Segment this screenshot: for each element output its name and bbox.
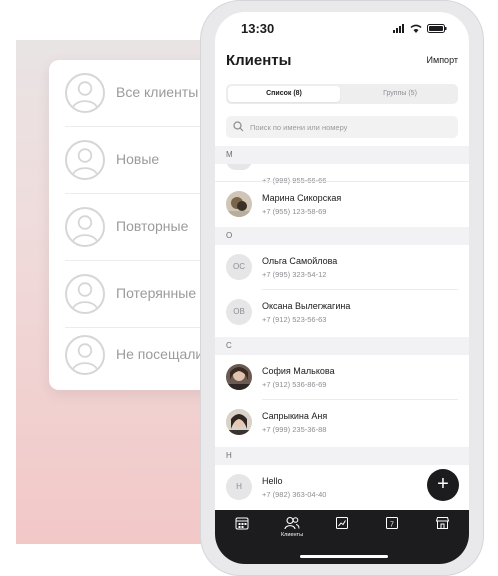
contact-phone: +7 (995) 323-54-12 [262,270,327,279]
clients-icon [284,516,300,530]
svg-text:7: 7 [390,522,394,529]
status-bar: 13:30 [215,12,469,48]
tab-calendar[interactable] [222,516,262,532]
avatar: ОС [226,254,252,280]
section-header-h: Н [215,447,469,465]
section-letter: О [226,231,233,240]
contact-phone: +7 (912) 536-86-69 [262,380,327,389]
contact-row[interactable]: Сапрыкина Аня +7 (999) 235-36-88 [215,400,469,445]
battery-icon [427,24,447,33]
wifi-icon [410,24,422,33]
contact-phone: +7 (982) 363-04-40 [262,490,327,499]
list-groups-switch: Список (8) Группы (5) [226,84,458,104]
contact-name: Сапрыкина Аня [262,411,328,421]
tab-store[interactable] [422,516,462,532]
contact-name: Оксана Вылегжагина [262,301,351,311]
tab-label: Клиенты [280,532,304,538]
section-header-s: С [215,337,469,355]
section-letter: М [226,150,233,159]
contact-row[interactable]: София Малькова +7 (912) 536-86-69 [215,355,469,400]
segment-label: Потерянные [116,285,197,301]
section-header-o: О [215,227,469,245]
store-icon [435,517,449,529]
tab-list[interactable]: Список (8) [228,86,340,102]
tab-analytics[interactable] [322,516,362,532]
avatar [226,409,252,435]
contact-row[interactable]: ОВ Оксана Вылегжагина +7 (912) 523-56-63 [215,290,469,335]
tab-groups[interactable]: Группы (5) [344,86,456,102]
segment-label: Новые [116,151,160,167]
avatar [226,191,252,217]
tab-clients[interactable]: Клиенты [272,516,312,538]
tab-bar: Клиенты 7 [215,510,469,564]
avatar: H [226,474,252,500]
calendar-day-icon: 7 [386,517,398,529]
contact-name: София Малькова [262,366,335,376]
contact-row[interactable]: ОС Ольга Самойлова +7 (995) 323-54-12 [215,245,469,290]
contact-name: Марина Сикорская [262,193,342,203]
user-avatar-icon [65,73,105,113]
contact-row[interactable]: Марина Сикорская +7 (955) 123-58-69 [215,181,469,226]
import-button[interactable]: Импорт [427,55,458,65]
contact-name: Hello [262,476,283,486]
contact-name: Ольга Самойлова [262,256,338,266]
contact-phone: +7 (912) 523-56-63 [262,315,327,324]
avatar: ОВ [226,299,252,325]
section-letter: Н [226,451,232,460]
search-icon [233,121,244,132]
user-avatar-icon [65,207,105,247]
user-avatar-icon [65,274,105,314]
segment-label: Повторные [116,218,189,234]
user-avatar-icon [65,335,105,375]
page-title: Клиенты [226,52,292,69]
contact-phone: +7 (999) 235-36-88 [262,425,327,434]
avatar [226,364,252,390]
section-letter: С [226,341,232,350]
contact-phone: +7 (955) 123-58-69 [262,207,327,216]
add-client-button[interactable]: + [427,469,459,501]
tab-day[interactable]: 7 [372,516,412,532]
chart-icon [336,517,348,529]
plus-icon: + [437,473,449,495]
segment-label: Все клиенты [116,84,199,100]
home-indicator [300,555,388,558]
search-field[interactable] [226,116,458,138]
user-avatar-icon [65,140,105,180]
calendar-icon [235,517,249,530]
signal-icon [393,24,404,33]
segment-label: Не посещали [116,346,204,362]
section-header-m-overlay: М [215,146,469,164]
status-time: 13:30 [241,21,275,36]
search-input[interactable] [250,116,450,138]
